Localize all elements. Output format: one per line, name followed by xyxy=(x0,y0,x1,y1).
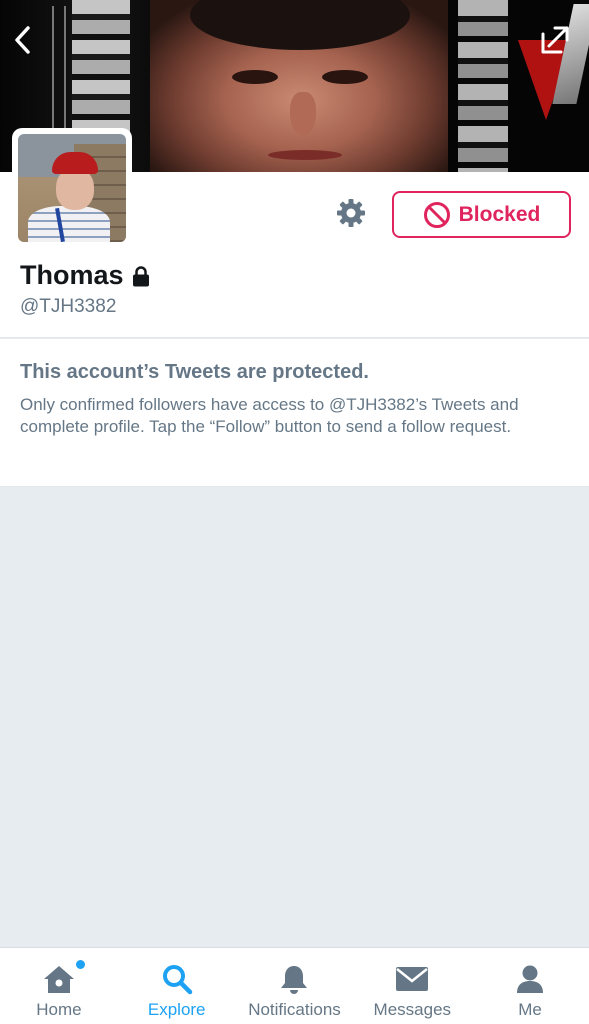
lock-icon xyxy=(132,265,149,286)
banner-photo xyxy=(150,0,450,172)
chevron-left-icon xyxy=(15,26,30,54)
username-handle: @TJH3382 xyxy=(20,296,117,317)
notice-body: Only confirmed followers have access to … xyxy=(20,395,519,436)
avatar-photo xyxy=(18,134,126,242)
tab-messages-label: Messages xyxy=(373,1000,452,1019)
home-badge-dot xyxy=(76,960,85,969)
home-icon xyxy=(43,966,74,993)
back-button[interactable] xyxy=(6,22,38,58)
share-icon xyxy=(541,26,569,54)
profile-header: Blocked Thomas @TJH3382 xyxy=(0,128,589,338)
blocked-button[interactable]: Blocked xyxy=(392,191,571,238)
notice-title: This account’s Tweets are protected. xyxy=(20,361,369,383)
settings-button[interactable] xyxy=(334,196,368,230)
blocked-button-label: Blocked xyxy=(458,202,541,226)
tab-home-label: Home xyxy=(36,1000,82,1019)
blocked-icon xyxy=(423,201,450,228)
tab-explore-label: Explore xyxy=(147,1000,206,1019)
tab-notifications-label: Notifications xyxy=(248,1000,341,1019)
person-icon xyxy=(517,965,544,993)
bell-icon xyxy=(281,966,308,994)
gear-icon xyxy=(337,199,365,227)
name-row: Thomas xyxy=(20,260,150,291)
bottom-tab-bar: Home Explore Notifications Messages Me xyxy=(0,947,589,1024)
share-button[interactable] xyxy=(537,22,573,58)
tab-notifications[interactable]: Notifications xyxy=(236,948,354,1024)
display-name: Thomas xyxy=(20,260,124,290)
tab-me-label: Me xyxy=(518,1000,542,1019)
tab-home[interactable]: Home xyxy=(0,948,118,1024)
tab-explore[interactable]: Explore xyxy=(118,948,236,1024)
tab-messages[interactable]: Messages xyxy=(353,948,471,1024)
tab-me[interactable]: Me xyxy=(471,948,589,1024)
protected-notice: This account’s Tweets are protected. Onl… xyxy=(0,339,589,487)
envelope-icon xyxy=(396,967,429,991)
search-icon xyxy=(162,965,192,995)
avatar[interactable] xyxy=(12,128,132,248)
